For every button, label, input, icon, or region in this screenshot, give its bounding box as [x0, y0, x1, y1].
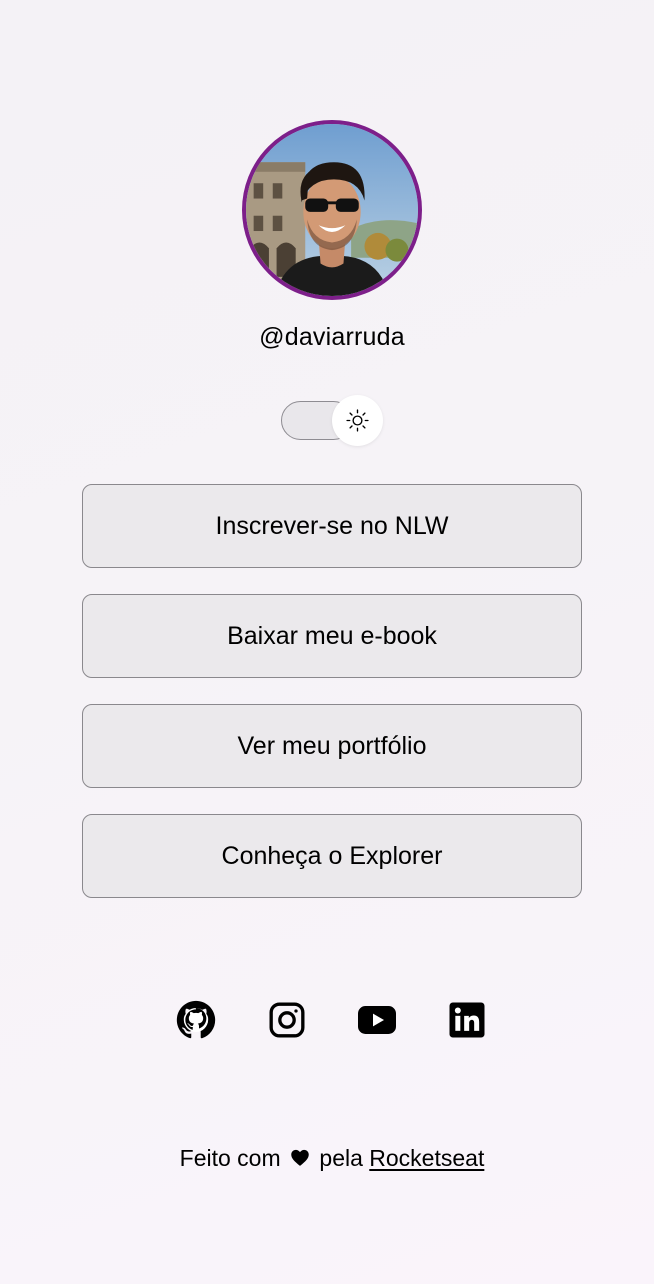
profile-photo — [246, 124, 418, 296]
heart-icon — [291, 1149, 309, 1166]
theme-toggle[interactable] — [281, 395, 383, 446]
link-button-ebook[interactable]: Baixar meu e-book — [82, 594, 582, 678]
social-links — [176, 1000, 488, 1040]
rocketseat-link[interactable]: Rocketseat — [369, 1145, 484, 1171]
username: @daviarruda — [259, 323, 405, 351]
link-button-portfolio[interactable]: Ver meu portfólio — [82, 704, 582, 788]
avatar — [242, 120, 422, 300]
sun-icon — [346, 409, 369, 432]
theme-toggle-knob[interactable] — [332, 395, 383, 446]
link-button-nlw[interactable]: Inscrever-se no NLW — [82, 484, 582, 568]
linkedin-icon[interactable] — [447, 1000, 487, 1040]
footer-text-after: pela — [319, 1145, 363, 1171]
footer: Feito com pela Rocketseat — [0, 1143, 654, 1173]
footer-text-before: Feito com — [179, 1145, 281, 1171]
youtube-icon[interactable] — [357, 1000, 397, 1040]
link-button-explorer[interactable]: Conheça o Explorer — [82, 814, 582, 898]
page: @daviarruda Inscrever-se no NLW Baixar m… — [0, 0, 654, 1284]
instagram-icon[interactable] — [267, 1000, 307, 1040]
link-list: Inscrever-se no NLW Baixar meu e-book Ve… — [82, 484, 582, 924]
github-icon[interactable] — [176, 1000, 216, 1040]
